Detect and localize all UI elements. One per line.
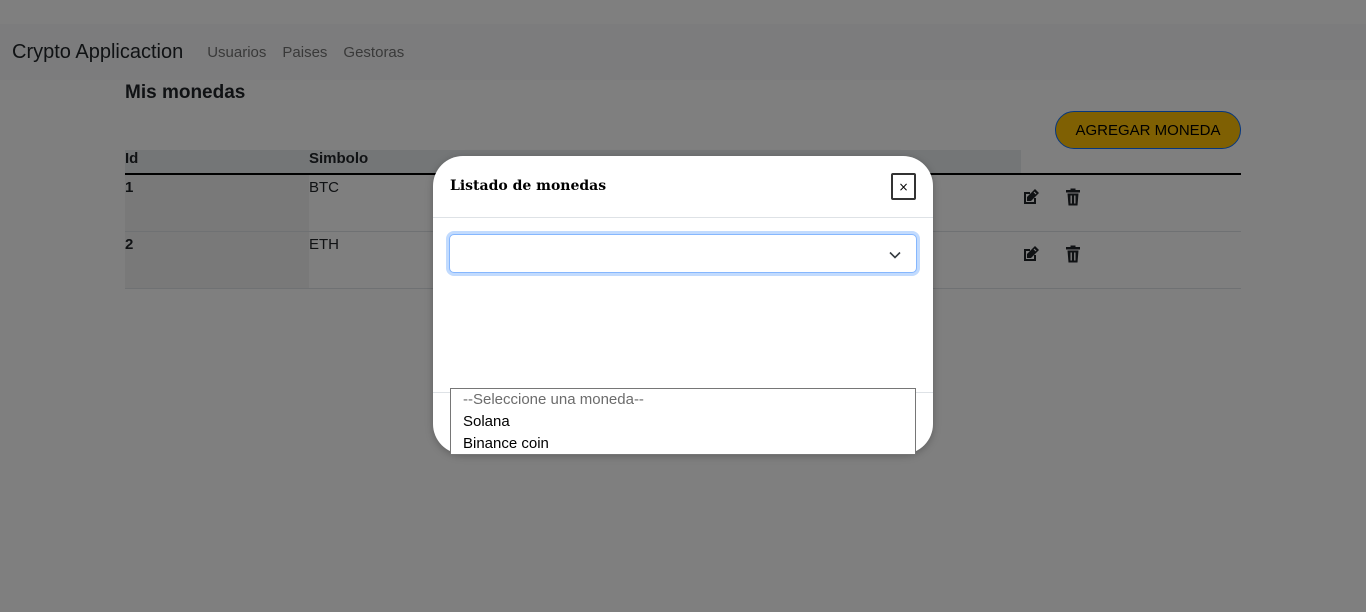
app-page: Crypto Applicaction Usuarios Paises Gest… [0,0,1366,612]
modal-header: Listado de monedas × [433,156,933,218]
coin-select[interactable] [449,234,917,273]
modal-title: Listado de monedas [450,178,607,194]
option-placeholder[interactable]: --Seleccione una moneda-- [451,389,915,411]
option-binance-coin[interactable]: Binance coin [451,433,915,454]
close-button[interactable]: × [891,173,916,200]
chevron-down-icon [889,251,901,259]
coin-select-dropdown: --Seleccione una moneda-- Solana Binance… [450,388,916,455]
option-solana[interactable]: Solana [451,411,915,433]
